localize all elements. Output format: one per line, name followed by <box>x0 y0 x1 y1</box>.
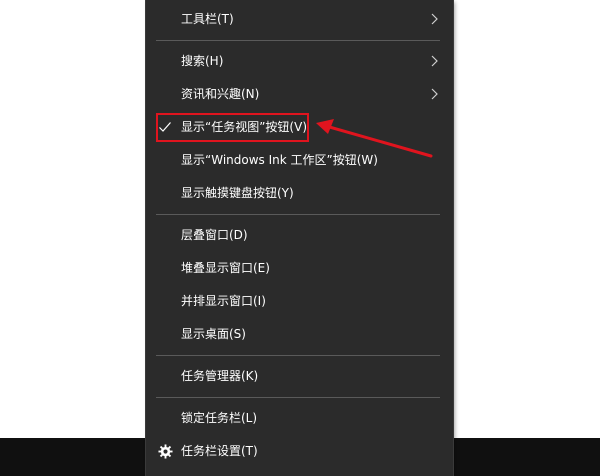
gear-icon <box>158 444 173 459</box>
menu-item-label: 搜索(H) <box>181 54 224 68</box>
menu-item-show-touch-keyboard-button[interactable]: 显示触摸键盘按钮(Y) <box>146 179 453 207</box>
menu-item-label: 显示触摸键盘按钮(Y) <box>181 186 294 200</box>
taskbar-context-menu: 工具栏(T) 搜索(H) 资讯和兴趣(N) 显示“任务视图”按钮(V) 显示“W… <box>146 0 453 476</box>
menu-item-label: 任务栏设置(T) <box>181 444 258 458</box>
menu-item-show-windows-ink-button[interactable]: 显示“Windows Ink 工作区”按钮(W) <box>146 146 453 174</box>
menu-separator <box>156 397 440 398</box>
menu-item-label: 层叠窗口(D) <box>181 228 248 242</box>
menu-item-label: 任务管理器(K) <box>181 369 259 383</box>
menu-separator <box>156 40 440 41</box>
menu-item-label: 并排显示窗口(I) <box>181 294 266 308</box>
menu-item-taskbar-settings[interactable]: 任务栏设置(T) <box>146 437 453 465</box>
menu-item-side-by-side-windows[interactable]: 并排显示窗口(I) <box>146 287 453 315</box>
menu-item-label: 显示桌面(S) <box>181 327 246 341</box>
menu-item-news-and-interests[interactable]: 资讯和兴趣(N) <box>146 80 453 108</box>
menu-item-cascade-windows[interactable]: 层叠窗口(D) <box>146 221 453 249</box>
menu-separator <box>156 214 440 215</box>
menu-item-label: 资讯和兴趣(N) <box>181 87 260 101</box>
chevron-right-icon <box>431 55 438 67</box>
highlight-box <box>156 113 309 142</box>
menu-item-stack-windows[interactable]: 堆叠显示窗口(E) <box>146 254 453 282</box>
screenshot-page: 工具栏(T) 搜索(H) 资讯和兴趣(N) 显示“任务视图”按钮(V) 显示“W… <box>0 0 600 476</box>
menu-item-toolbars[interactable]: 工具栏(T) <box>146 5 453 33</box>
menu-item-label: 工具栏(T) <box>181 12 234 26</box>
chevron-right-icon <box>431 13 438 25</box>
menu-item-search[interactable]: 搜索(H) <box>146 47 453 75</box>
menu-item-label: 显示“Windows Ink 工作区”按钮(W) <box>181 153 378 167</box>
chevron-right-icon <box>431 88 438 100</box>
menu-item-lock-taskbar[interactable]: 锁定任务栏(L) <box>146 404 453 432</box>
menu-item-label: 锁定任务栏(L) <box>181 411 258 425</box>
menu-item-show-desktop[interactable]: 显示桌面(S) <box>146 320 453 348</box>
menu-separator <box>156 355 440 356</box>
menu-item-label: 堆叠显示窗口(E) <box>181 261 270 275</box>
menu-item-task-manager[interactable]: 任务管理器(K) <box>146 362 453 390</box>
